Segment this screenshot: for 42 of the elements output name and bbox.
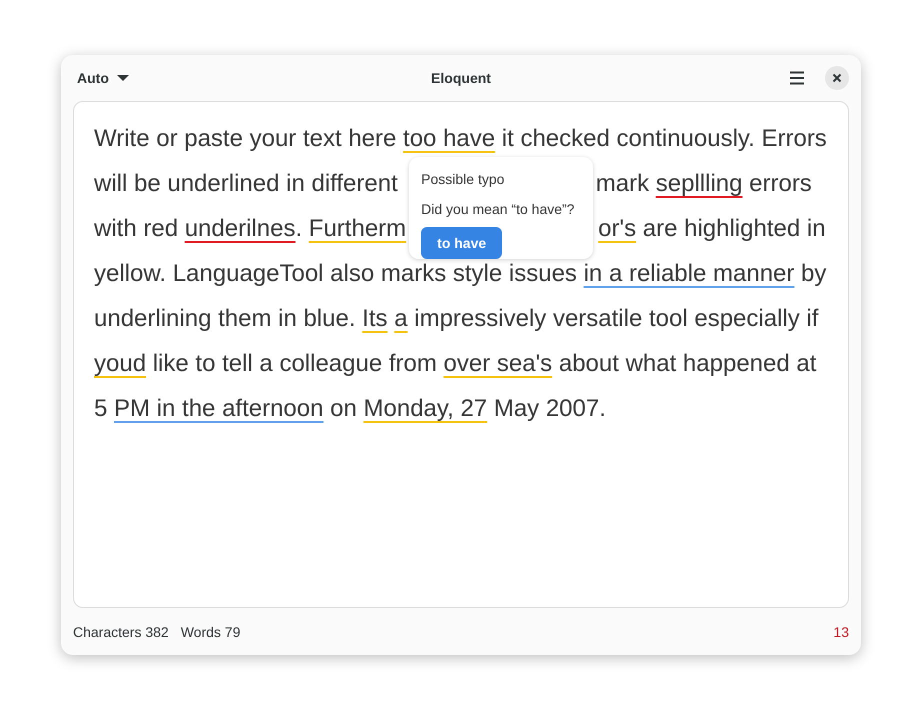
word-count: Words 79 xyxy=(180,624,240,640)
body-text: like to tell a colleague from xyxy=(152,349,438,379)
body-text: May 2007. xyxy=(492,394,606,424)
body-text: are highlighted in xyxy=(642,214,826,244)
body-text: underlining them in blue. xyxy=(94,304,357,334)
menu-icon[interactable] xyxy=(789,71,805,85)
body-text: mark xyxy=(596,169,650,199)
body-text: . xyxy=(295,214,304,244)
flagged-phrase[interactable]: underilnes xyxy=(184,206,296,251)
body-text: about what happened at xyxy=(558,349,816,379)
body-text: will be underlined in different xyxy=(94,169,398,199)
language-dropdown[interactable]: Auto xyxy=(73,66,133,90)
popover-title: Possible typo xyxy=(421,171,504,187)
flagged-phrase[interactable]: a xyxy=(394,296,408,341)
flagged-phrase[interactable]: Furtherm xyxy=(308,206,406,251)
flagged-phrase[interactable]: Its xyxy=(362,296,388,341)
body-text: by xyxy=(800,259,826,289)
flagged-phrase[interactable]: or's xyxy=(598,206,636,251)
issue-count: 13 xyxy=(833,624,849,640)
body-text: with red xyxy=(94,214,180,244)
flagged-phrase[interactable]: sepllling xyxy=(656,161,742,206)
suggestion-button[interactable]: to have xyxy=(421,227,502,259)
caret-icon xyxy=(116,74,129,82)
flagged-phrase[interactable]: Monday, 27 xyxy=(364,386,488,431)
text-editor[interactable] xyxy=(73,101,849,608)
body-text: impressively versatile tool especially if xyxy=(413,304,818,334)
flagged-phrase[interactable]: youd xyxy=(94,341,146,386)
popover-message: Did you mean “to have”? xyxy=(421,201,574,217)
character-count: Characters 382 xyxy=(73,624,169,640)
close-button[interactable] xyxy=(825,66,849,90)
window-title: Eloquent xyxy=(431,70,491,86)
body-text: 5 xyxy=(94,394,108,424)
body-text: it checked continuously. Errors xyxy=(500,124,827,154)
close-icon xyxy=(832,73,842,83)
body-text: errors xyxy=(748,169,812,199)
body-text: Write or paste your text here xyxy=(94,124,398,154)
flagged-phrase[interactable]: over sea's xyxy=(444,341,552,386)
flagged-phrase[interactable]: in a reliable manner xyxy=(584,251,794,296)
flagged-phrase[interactable]: too have xyxy=(403,116,496,161)
body-text: on xyxy=(329,394,358,424)
body-text: yellow. LanguageTool also marks style issues xyxy=(94,259,578,289)
flagged-phrase[interactable]: PM in the afternoon xyxy=(114,386,324,431)
